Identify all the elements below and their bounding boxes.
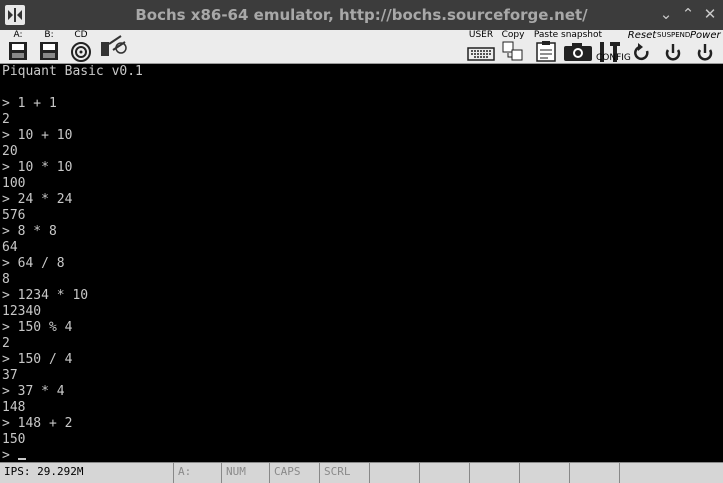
- floppy-drive-icon: [40, 42, 58, 60]
- paste-button[interactable]: Paste: [532, 31, 560, 62]
- reset-label: Reset: [627, 30, 657, 41]
- cdrom-label: CD: [74, 30, 88, 40]
- text-cursor: [17, 458, 26, 460]
- reset-icon: [634, 43, 649, 61]
- scroll-lock-indicator: SCRL: [320, 463, 370, 483]
- console-line: Piquant Basic v0.1: [2, 64, 143, 79]
- console-line: 2: [2, 336, 10, 351]
- console-line: 148: [2, 400, 26, 415]
- network-icon: [101, 35, 127, 56]
- console-line: > 148 + 2: [2, 416, 73, 431]
- config-button[interactable]: CONFIG: [596, 31, 631, 63]
- status-slot: [570, 463, 620, 483]
- floppy-b-button[interactable]: B:: [34, 31, 64, 62]
- reset-button[interactable]: Reset: [627, 31, 657, 62]
- floppy-a-label: A:: [13, 30, 23, 40]
- window-title: Bochs x86-64 emulator, http://bochs.sour…: [135, 6, 588, 24]
- config-label: CONFIG: [596, 53, 631, 63]
- user-label: USER: [468, 30, 494, 40]
- suspend-button[interactable]: SUSPEND: [657, 31, 691, 62]
- snapshot-button[interactable]: snapshot: [561, 30, 603, 62]
- console-line: > 24 * 24: [2, 192, 73, 207]
- power-icon: [697, 44, 713, 61]
- camera-icon: [564, 43, 592, 61]
- snapshot-label: snapshot: [561, 30, 603, 40]
- num-lock-indicator: NUM: [222, 463, 270, 483]
- status-slot: [470, 463, 520, 483]
- console-line: > 1 + 1: [2, 96, 57, 111]
- console-line: 100: [2, 176, 26, 191]
- caps-lock-indicator: CAPS: [270, 463, 320, 483]
- ips-indicator: IPS: 29.292M: [0, 463, 174, 483]
- maximize-button[interactable]: ⌃: [679, 5, 697, 23]
- status-bar: IPS: 29.292M A: NUM CAPS SCRL: [0, 462, 723, 483]
- console-line: 150: [2, 432, 26, 447]
- toolbar: A: B: CD USER Copy Paste snapshot CONFIG…: [0, 30, 723, 64]
- console-line: > 64 / 8: [2, 256, 65, 271]
- copy-icon: [502, 41, 523, 61]
- status-slot: [520, 463, 570, 483]
- console-line: > 150 % 4: [2, 320, 73, 335]
- status-slot: [370, 463, 420, 483]
- console-line: 20: [2, 144, 18, 159]
- suspend-label: SUSPEND: [657, 31, 691, 39]
- console-line: 64: [2, 240, 18, 255]
- console-line: 8: [2, 272, 10, 287]
- clipboard-icon: [536, 41, 556, 62]
- console-output: Piquant Basic v0.1 > 1 + 1 2 > 10 + 10 20 > …: [0, 64, 723, 448]
- console-prompt: >: [2, 448, 18, 463]
- console-line: > 10 * 10: [2, 160, 73, 175]
- minimize-button[interactable]: ⌄: [657, 5, 675, 23]
- drive-indicator: A:: [174, 463, 222, 483]
- copy-button[interactable]: Copy: [500, 31, 526, 62]
- title-bar: Bochs x86-64 emulator, http://bochs.sour…: [0, 0, 723, 30]
- cdrom-button[interactable]: CD: [66, 31, 96, 62]
- floppy-b-label: B:: [44, 30, 54, 40]
- console-line: 576: [2, 208, 26, 223]
- status-slot: [420, 463, 470, 483]
- console-line: 12340: [2, 304, 42, 319]
- console-line: > 8 * 8: [2, 224, 57, 239]
- close-button[interactable]: ✕: [701, 5, 719, 23]
- cdrom-icon: [71, 42, 91, 62]
- console-line: > 10 + 10: [2, 128, 73, 143]
- suspend-icon: [665, 44, 681, 61]
- user-button[interactable]: USER: [466, 31, 496, 62]
- console-line: 37: [2, 368, 18, 383]
- paste-label: Paste: [533, 30, 559, 40]
- console-line: > 1234 * 10: [2, 288, 89, 303]
- floppy-a-button[interactable]: A:: [3, 31, 33, 62]
- network-button[interactable]: [97, 31, 129, 62]
- emulator-screen[interactable]: Piquant Basic v0.1 > 1 + 1 2 > 10 + 10 20 > …: [0, 64, 723, 463]
- status-slot: [620, 463, 670, 483]
- console-line: > 37 * 4: [2, 384, 65, 399]
- power-button[interactable]: Power: [690, 30, 721, 62]
- floppy-drive-icon: [9, 42, 27, 60]
- keyboard-icon: [467, 47, 495, 61]
- console-line: > 150 / 4: [2, 352, 73, 367]
- copy-label: Copy: [501, 30, 525, 40]
- console-line: 2: [2, 112, 10, 127]
- power-label: Power: [690, 30, 721, 41]
